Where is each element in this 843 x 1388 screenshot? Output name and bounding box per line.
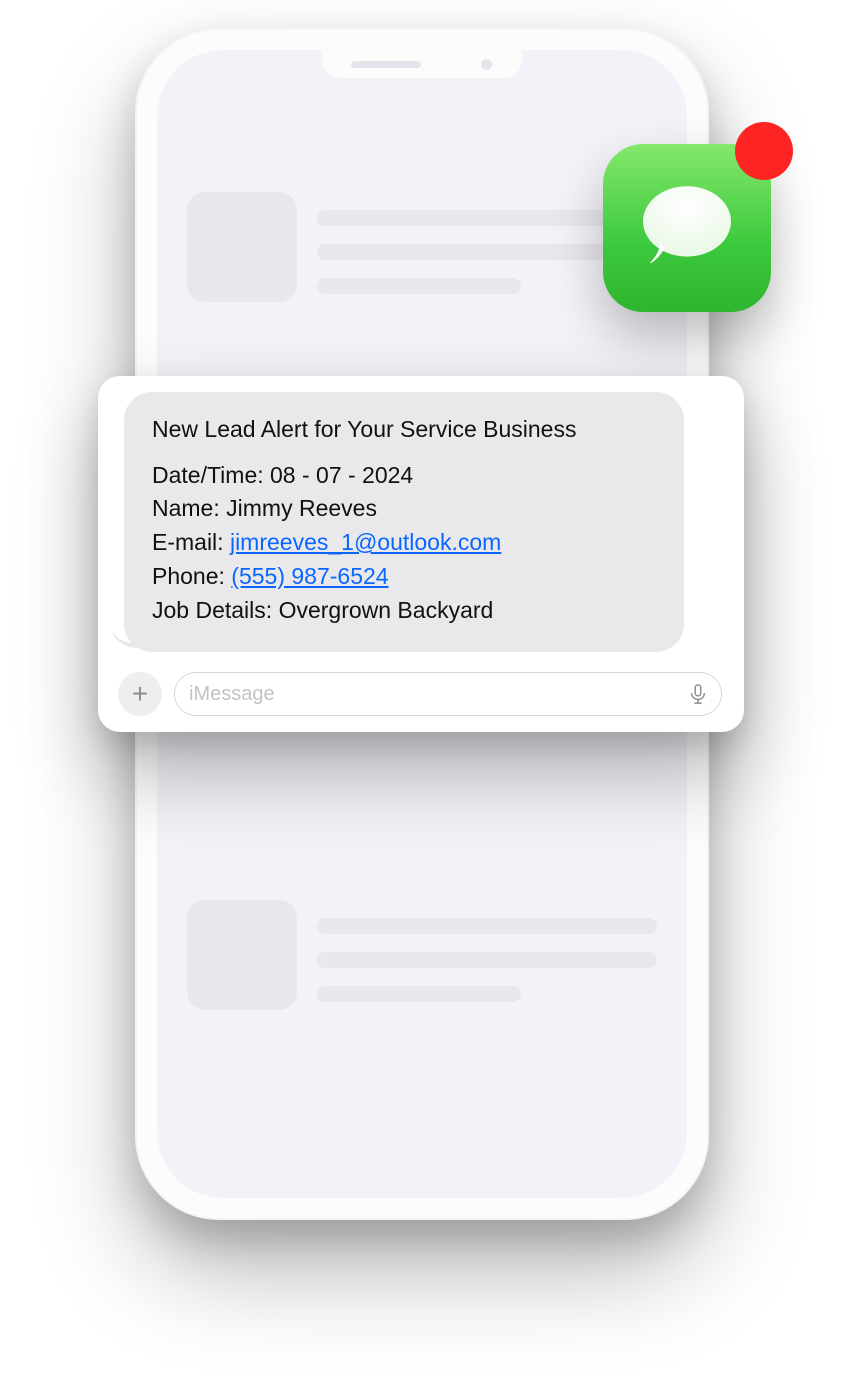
bubble-tail: [112, 622, 138, 648]
date-label: Date/Time:: [152, 462, 270, 488]
message-card: New Lead Alert for Your Service Business…: [98, 376, 744, 732]
placeholder-line: [317, 952, 657, 968]
message-date-line: Date/Time: 08 - 07 - 2024: [152, 460, 656, 492]
message-input[interactable]: iMessage: [174, 672, 722, 716]
date-value: 08 - 07 - 2024: [270, 462, 413, 488]
name-label: Name:: [152, 495, 226, 521]
email-label: E-mail:: [152, 529, 230, 555]
message-title: New Lead Alert for Your Service Business: [152, 414, 656, 446]
message-name-line: Name: Jimmy Reeves: [152, 493, 656, 525]
phone-link[interactable]: (555) 987-6524: [231, 563, 388, 589]
microphone-icon[interactable]: [687, 683, 709, 705]
add-attachment-button[interactable]: +: [118, 672, 162, 716]
placeholder-lines: [317, 900, 657, 1020]
placeholder-line: [317, 986, 521, 1002]
incoming-message-bubble: New Lead Alert for Your Service Business…: [124, 392, 684, 652]
message-job-line: Job Details: Overgrown Backyard: [152, 595, 656, 627]
placeholder-avatar: [187, 192, 297, 302]
message-input-row: + iMessage: [114, 668, 728, 724]
messages-app-icon[interactable]: [603, 144, 771, 312]
placeholder-line: [317, 918, 657, 934]
placeholder-avatar: [187, 900, 297, 1010]
placeholder-row: [187, 900, 657, 1020]
notification-badge: [735, 122, 793, 180]
phone-notch: [322, 50, 522, 78]
message-input-placeholder: iMessage: [189, 683, 275, 706]
speech-bubble-icon: [632, 173, 742, 283]
email-link[interactable]: jimreeves_1@outlook.com: [230, 529, 501, 555]
name-value: Jimmy Reeves: [226, 495, 377, 521]
message-phone-line: Phone: (555) 987-6524: [152, 561, 656, 593]
speaker-grille: [351, 61, 421, 68]
phone-label: Phone:: [152, 563, 231, 589]
job-label: Job Details:: [152, 597, 279, 623]
placeholder-row: [187, 192, 657, 312]
message-email-line: E-mail: jimreeves_1@outlook.com: [152, 527, 656, 559]
front-camera: [481, 59, 492, 70]
job-value: Overgrown Backyard: [279, 597, 494, 623]
placeholder-line: [317, 278, 521, 294]
